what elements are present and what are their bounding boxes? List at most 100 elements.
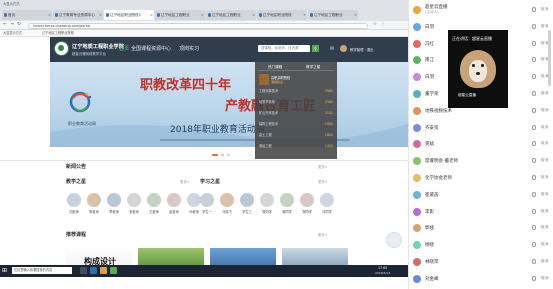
teacher-avatar[interactable]	[147, 193, 161, 207]
scrollbar[interactable]	[548, 30, 551, 86]
close-icon[interactable]: ×	[201, 10, 204, 20]
microphone-icon[interactable]	[532, 124, 536, 130]
close-icon[interactable]: ×	[48, 10, 51, 20]
close-icon[interactable]: ×	[150, 10, 153, 20]
clock-date[interactable]: 2018/5/14	[375, 271, 390, 275]
microphone-icon[interactable]	[532, 208, 536, 214]
participant-row[interactable]: 郭娅 取消	[408, 220, 553, 237]
participant-row[interactable]: 杨晓 取消	[408, 237, 553, 254]
clock-time[interactable]: 17:00	[378, 266, 387, 270]
close-icon[interactable]: ×	[354, 10, 357, 20]
participant-action[interactable]: 取消	[541, 209, 548, 214]
participant-row[interactable]: 刘金峰 取消	[408, 271, 553, 288]
carousel-dot[interactable]	[221, 154, 224, 156]
teacher-name[interactable]: 陈老师	[83, 209, 105, 214]
learner-avatar[interactable]	[280, 193, 294, 207]
user-menu[interactable]: 教学管理 · 退出	[350, 47, 374, 52]
close-icon[interactable]: ×	[99, 10, 102, 20]
forward-icon[interactable]: →	[9, 22, 15, 28]
nav-internship[interactable]: 顶岗实习	[179, 45, 199, 52]
participant-row[interactable]: 贺斌 取消	[408, 136, 553, 153]
learner-name[interactable]: 冯同学	[316, 209, 338, 214]
teacher-name[interactable]: 李老师	[103, 209, 125, 214]
panel-row[interactable]: 矿山开采技术 2102	[259, 110, 333, 118]
microphone-icon[interactable]	[532, 191, 536, 197]
participant-action[interactable]: 取消	[541, 225, 548, 230]
participant-action[interactable]: 取消	[541, 276, 548, 281]
participant-row[interactable]: 化学协会老师 取消	[408, 170, 553, 187]
close-icon[interactable]: ×	[303, 10, 306, 20]
bookmark-item[interactable]: 大显显示方式	[3, 30, 22, 37]
participant-action[interactable]: 取消	[541, 192, 548, 197]
panel-row[interactable]: 地质学基础 2560	[259, 99, 333, 107]
microphone-icon[interactable]	[532, 40, 536, 46]
taskbar-search-input[interactable]: 在这里输入你要搜索的内容	[12, 267, 72, 274]
participant-row[interactable]: 崔葳菡 取消	[408, 187, 553, 204]
participant-action[interactable]: 取消	[541, 175, 548, 180]
panel-row[interactable]: 工程测量技术 2980	[259, 88, 333, 96]
participant-action[interactable]: 取消	[541, 24, 548, 29]
microphone-icon[interactable]	[532, 225, 536, 231]
message-icon[interactable]: ✉	[330, 46, 334, 52]
participant-action[interactable]: 取消	[541, 108, 548, 113]
nav-course-center[interactable]: 全国课程资源中心	[131, 45, 171, 52]
participant-row[interactable]: 齐安资 取消	[408, 120, 553, 137]
learner-name[interactable]: 学生三	[236, 209, 258, 214]
teacher-avatar[interactable]	[127, 193, 141, 207]
avatar[interactable]	[340, 45, 347, 52]
participant-row[interactable]: 席睿明会-董老师 取消	[408, 153, 553, 170]
learner-avatar[interactable]	[240, 193, 254, 207]
microphone-icon[interactable]	[532, 141, 536, 147]
browser-tab[interactable]: 辽宁地区职业院校 ×	[257, 10, 307, 20]
learner-name[interactable]: 郑同学	[296, 209, 318, 214]
learner-avatar[interactable]	[260, 193, 274, 207]
learner-name[interactable]: 吴同学	[276, 209, 298, 214]
microphone-icon[interactable]	[532, 74, 536, 80]
teacher-avatar[interactable]	[187, 193, 201, 207]
nav-home[interactable]: 首页	[119, 45, 129, 52]
microphone-icon[interactable]	[532, 57, 536, 63]
back-icon[interactable]: ←	[2, 22, 8, 28]
reload-icon[interactable]: ↻	[16, 22, 22, 28]
chat-float-icon[interactable]	[386, 232, 402, 248]
learner-name[interactable]: 学生一	[196, 209, 218, 214]
participant-row[interactable]: 林晓萍 取消	[408, 254, 553, 271]
microphone-icon[interactable]	[532, 91, 536, 96]
participant-action[interactable]: 取消	[541, 125, 548, 130]
learner-stars-more[interactable]: 更多>	[318, 179, 328, 184]
close-icon[interactable]: ×	[252, 10, 255, 20]
browser-tab[interactable]: 辽宁地区工程职业 ×	[206, 10, 256, 20]
microphone-icon[interactable]	[532, 259, 536, 264]
participant-action[interactable]: 取消	[541, 158, 548, 163]
taskbar-app-icon[interactable]	[90, 267, 97, 274]
participant-action[interactable]: 取消	[541, 7, 548, 12]
windows-start-icon[interactable]: ⊞	[2, 267, 9, 274]
bookmark-item[interactable]: 辽宁地区工程职业院校	[42, 30, 74, 37]
microphone-icon[interactable]	[532, 7, 536, 12]
learner-avatar[interactable]	[200, 193, 214, 207]
browser-tab[interactable]: 辽宁教育专业资源中心 ×	[53, 10, 103, 20]
teacher-avatar[interactable]	[67, 193, 81, 207]
star-icon[interactable]: ☆	[372, 22, 378, 28]
learner-name[interactable]: 马晓飞	[216, 209, 238, 214]
search-icon[interactable]: ⚲	[312, 45, 319, 52]
teacher-avatar[interactable]	[107, 193, 121, 207]
participant-action[interactable]: 取消	[541, 242, 548, 247]
learner-avatar[interactable]	[220, 193, 234, 207]
panel-row[interactable]: 建筑工程技术 1980	[259, 121, 333, 129]
news-more-link[interactable]: 更多>	[318, 164, 328, 169]
participant-action[interactable]: 取消	[541, 141, 548, 146]
browser-tab[interactable]: 辽宁地区职业院校1 ×	[104, 10, 154, 20]
microphone-icon[interactable]	[532, 23, 536, 29]
teacher-avatar[interactable]	[167, 193, 181, 207]
learner-avatar[interactable]	[300, 193, 314, 207]
microphone-icon[interactable]	[532, 275, 536, 281]
browser-tab[interactable]: 首页 ×	[2, 10, 52, 20]
microphone-icon[interactable]	[532, 107, 536, 113]
carousel-dot[interactable]	[227, 154, 230, 156]
featured-course-thumbnail[interactable]	[259, 74, 269, 85]
teacher-name[interactable]: 张老师	[123, 209, 145, 214]
recommend-more[interactable]: 更多>	[318, 232, 328, 237]
panel-row[interactable]: 岩土工程 1802	[259, 132, 333, 140]
participant-row[interactable]: 超星云直播 (主持人) 取消	[408, 2, 553, 19]
